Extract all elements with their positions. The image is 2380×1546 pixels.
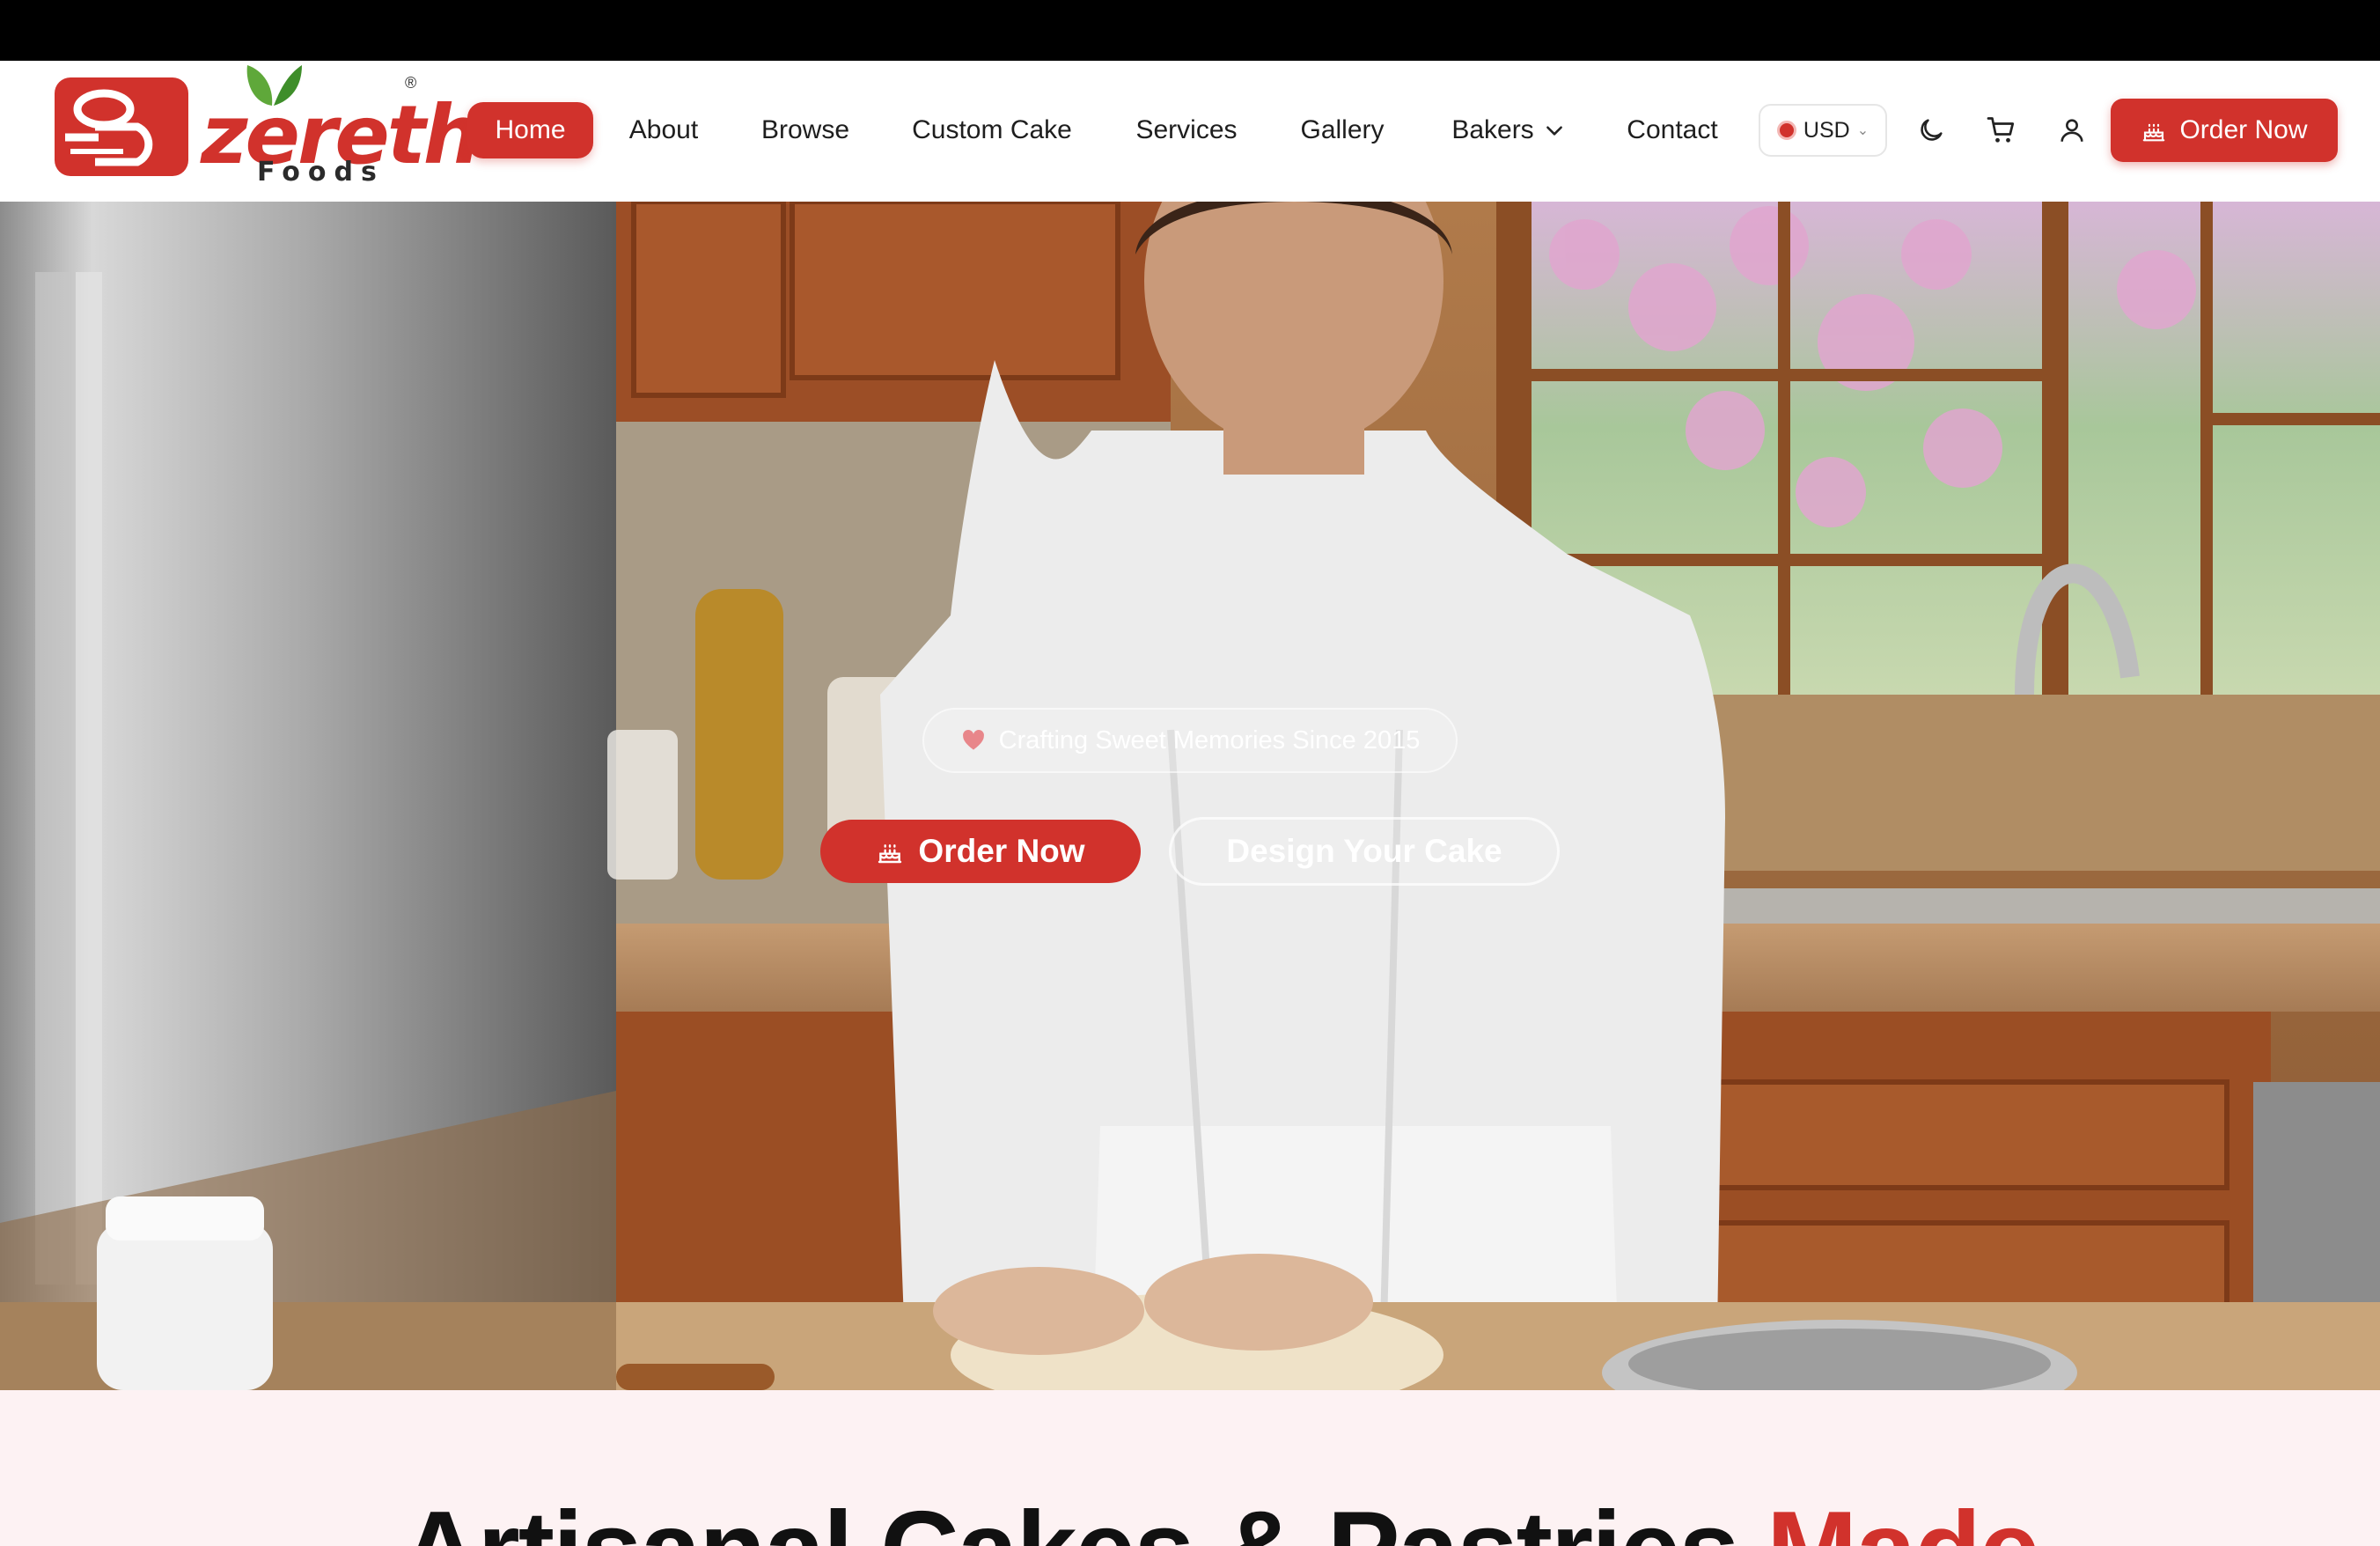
nav-contact[interactable]: Contact bbox=[1620, 102, 1725, 158]
chevron-down-icon bbox=[1546, 126, 1562, 136]
brand-sub: Foods bbox=[257, 157, 385, 188]
currency-selector[interactable]: USD ⌄ bbox=[1759, 104, 1887, 157]
nav-home[interactable]: Home bbox=[467, 102, 593, 158]
brand-logo[interactable]: zereth ® Foods bbox=[53, 62, 481, 189]
logo-mark-icon bbox=[55, 77, 188, 176]
hero-order-now-button[interactable]: Order Now bbox=[820, 820, 1141, 883]
registered-mark: ® bbox=[405, 74, 417, 92]
nav-bakers-label: Bakers bbox=[1451, 115, 1534, 144]
order-now-label: Order Now bbox=[2179, 115, 2308, 144]
page-headline: Artisanal Cakes & Pastries Made bbox=[400, 1488, 2040, 1546]
nav-gallery[interactable]: Gallery bbox=[1290, 102, 1394, 158]
hero-badge: Crafting Sweet Memories Since 2015 bbox=[922, 708, 1458, 773]
nav-browse[interactable]: Browse bbox=[746, 102, 864, 158]
cake-icon bbox=[878, 844, 902, 864]
design-your-cake-button[interactable]: Design Your Cake bbox=[1169, 817, 1560, 886]
globe-icon bbox=[1776, 121, 1796, 140]
chevron-down-icon: ⌄ bbox=[1856, 123, 1869, 138]
hero-badge-text: Crafting Sweet Memories Since 2015 bbox=[998, 725, 1421, 755]
nav-custom-cake[interactable]: Custom Cake bbox=[900, 102, 1084, 158]
nav-bakers[interactable]: Bakers bbox=[1438, 102, 1579, 158]
cake-icon bbox=[2143, 123, 2165, 142]
top-black-bar bbox=[0, 0, 2380, 61]
order-now-button-nav[interactable]: Order Now bbox=[2111, 99, 2338, 162]
user-icon[interactable] bbox=[2049, 107, 2095, 153]
hero-order-now-label: Order Now bbox=[918, 833, 1085, 869]
nav-services[interactable]: Services bbox=[1123, 102, 1250, 158]
hero-section: Crafting Sweet Memories Since 2015 Order… bbox=[0, 202, 2380, 1390]
headline-accent: Made bbox=[1767, 1490, 2040, 1546]
currency-label: USD bbox=[1803, 117, 1850, 143]
nav-about[interactable]: About bbox=[609, 102, 718, 158]
heart-icon bbox=[962, 730, 984, 750]
hero-background-image bbox=[0, 202, 2380, 1390]
headline-main: Artisanal Cakes & Pastries bbox=[400, 1490, 1767, 1546]
cart-icon[interactable] bbox=[1979, 107, 2024, 153]
moon-icon[interactable] bbox=[1908, 107, 1954, 153]
